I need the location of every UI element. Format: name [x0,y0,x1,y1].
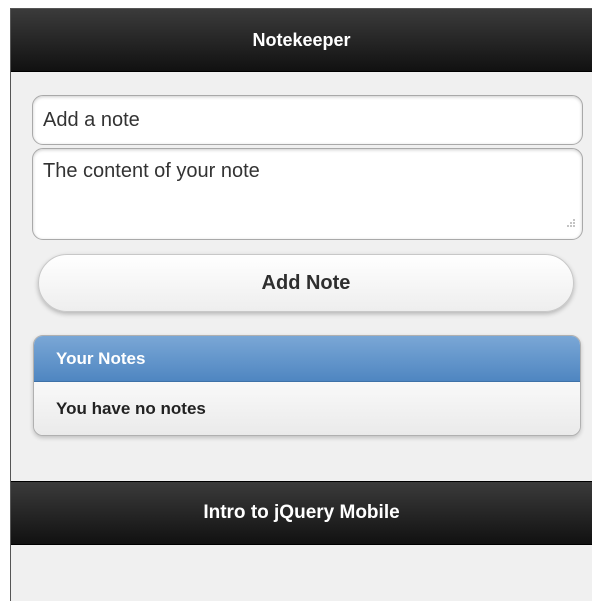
notes-empty-item: You have no notes [34,382,580,435]
add-note-button-label: Add Note [261,271,351,294]
note-content-textarea[interactable] [32,148,583,240]
notes-list-header-label: Your Notes [56,348,146,368]
app-frame: Notekeeper Add Note Your Notes You have … [10,8,592,601]
page-title: Notekeeper [252,29,351,50]
add-note-button[interactable]: Add Note [38,254,574,312]
notes-list-header: Your Notes [34,336,580,382]
notes-list: Your Notes You have no notes [33,335,581,436]
page-header: Notekeeper [11,9,592,72]
note-title-input[interactable] [32,95,583,145]
page-footer: Intro to jQuery Mobile [11,481,592,545]
notes-empty-message: You have no notes [56,399,206,418]
resize-grip-icon[interactable] [564,218,576,230]
footer-title: Intro to jQuery Mobile [203,502,400,523]
